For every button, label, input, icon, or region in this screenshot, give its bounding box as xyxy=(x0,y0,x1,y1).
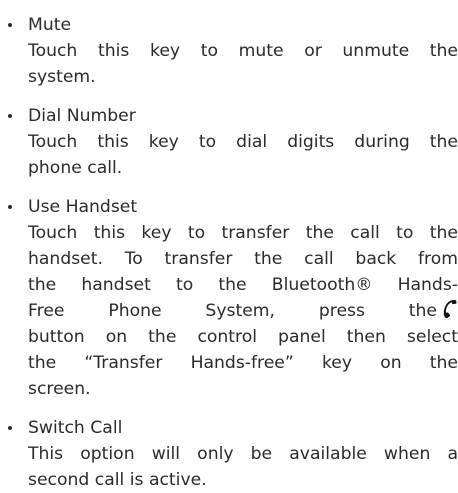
item-term: Use Handset xyxy=(28,197,138,217)
bullet-icon xyxy=(8,23,12,27)
item-description: Touch this key to transfer the call to t… xyxy=(28,220,458,402)
desc-line: handset. To transfer the call back from xyxy=(28,249,458,269)
bullet-icon xyxy=(8,114,12,118)
item-term: Mute xyxy=(28,15,72,35)
desc-line: This option will only be available when … xyxy=(28,444,458,464)
item-term: Switch Call xyxy=(28,418,123,438)
item-description: This option will only be available when … xyxy=(28,441,458,493)
list-item-switch-call: Switch Call This option will only be ava… xyxy=(0,415,458,493)
desc-line-with-icon: Free Phone System, press the xyxy=(28,298,458,324)
manual-page: Mute Touch this key to mute or unmute th… xyxy=(0,0,458,490)
bullet-icon xyxy=(8,205,12,209)
list-item-dial-number: Dial Number Touch this key to dial digit… xyxy=(0,103,458,181)
desc-line: phone call. xyxy=(28,158,123,178)
item-term: Dial Number xyxy=(28,106,136,126)
desc-line-text: Free Phone System, press the xyxy=(28,301,437,321)
desc-line: the handset to the Bluetooth® Hands- xyxy=(28,275,458,295)
desc-line: the “Transfer Hands-free” key on the xyxy=(28,353,458,373)
desc-line: screen. xyxy=(28,379,91,399)
desc-line: Touch this key to dial digits during the xyxy=(28,132,458,152)
desc-line: system. xyxy=(28,67,96,87)
desc-line: Touch this key to mute or unmute the xyxy=(28,41,458,61)
item-description: Touch this key to dial digits during the… xyxy=(28,129,458,181)
desc-line: Touch this key to transfer the call to t… xyxy=(28,223,458,243)
bullet-icon xyxy=(8,426,12,430)
list-item-use-handset: Use Handset Touch this key to transfer t… xyxy=(0,194,458,402)
list-item-mute: Mute Touch this key to mute or unmute th… xyxy=(0,12,458,90)
phone-handset-icon xyxy=(441,299,458,319)
desc-line: button on the control panel then select xyxy=(28,327,458,347)
item-description: Touch this key to mute or unmute the sys… xyxy=(28,38,458,90)
desc-line: second call is active. xyxy=(28,470,207,490)
